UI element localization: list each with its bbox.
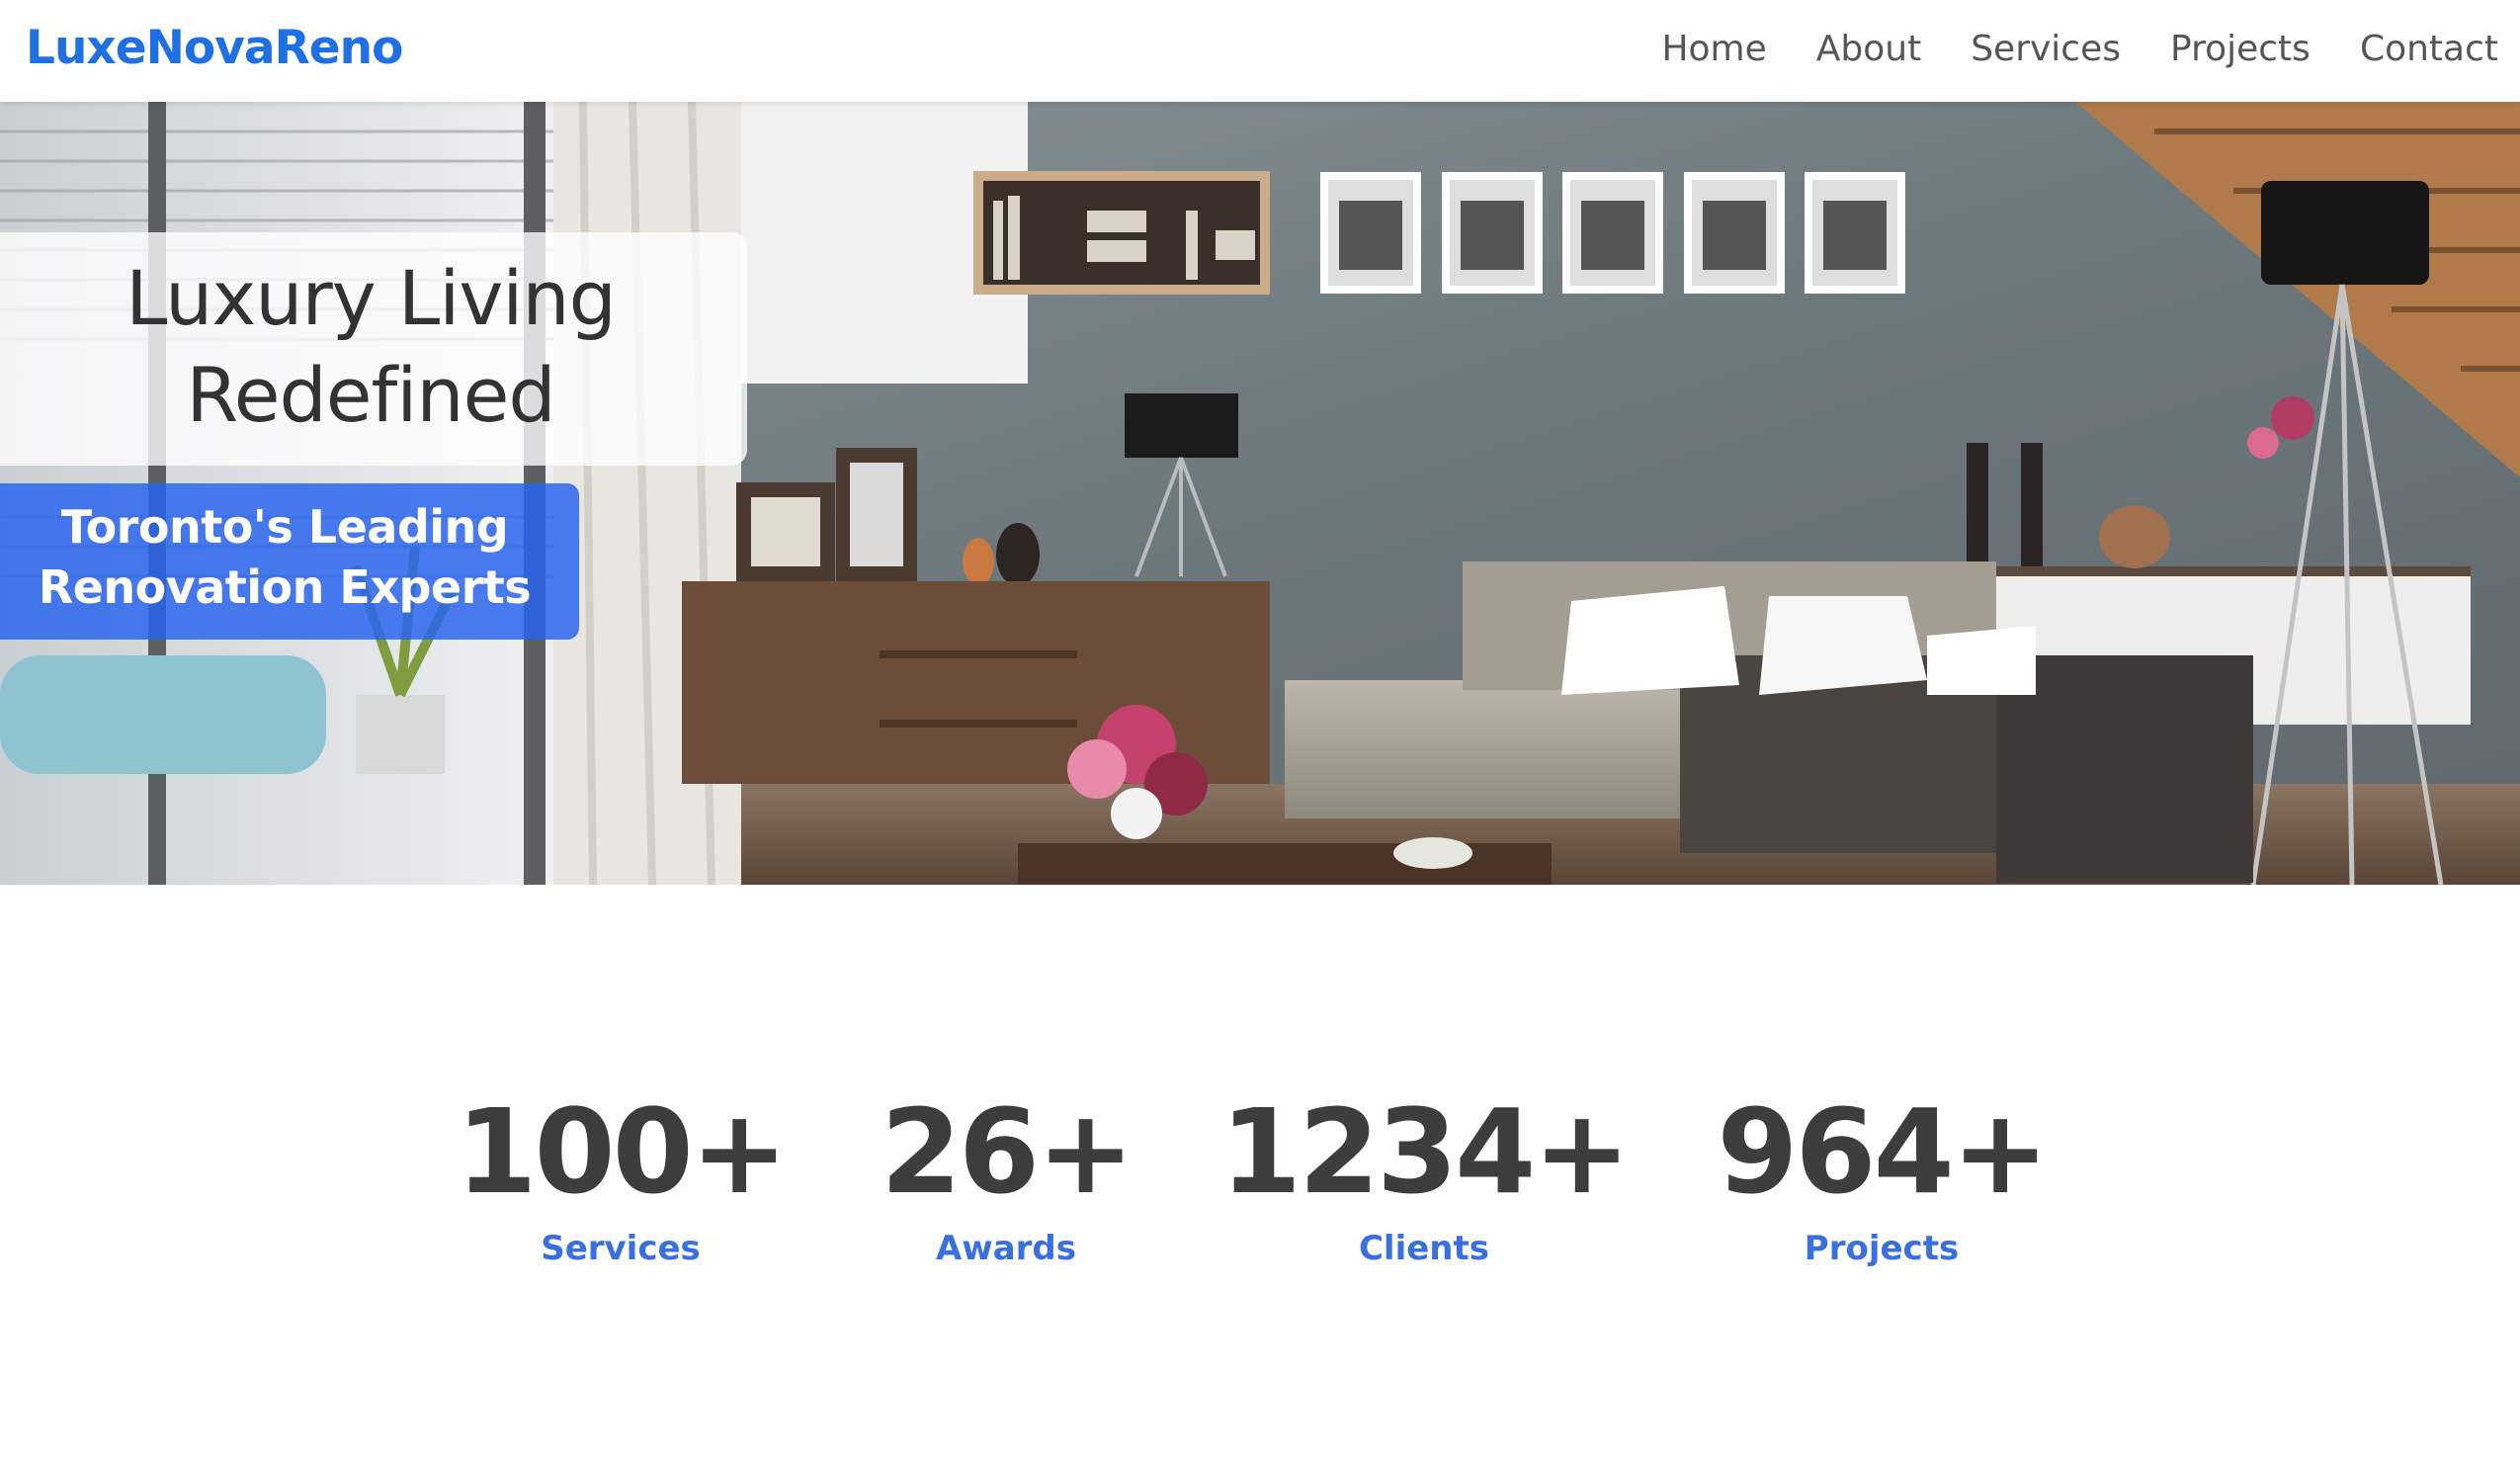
nav-about[interactable]: About [1816,20,1921,79]
stat-awards: 26+ Awards [798,1077,1214,1285]
stat-label: Awards [935,1229,1076,1268]
stat-label: Projects [1804,1229,1960,1268]
hero-banner: Luxury Living Redefined Toronto's Leadin… [0,102,2520,885]
stat-label: Clients [1358,1229,1489,1268]
stat-value: 26+ [880,1083,1134,1220]
stat-value: 1234+ [1219,1083,1631,1220]
hero-tagline: Toronto's Leading Renovation Experts [38,500,532,614]
stat-clients: 1234+ Clients [1217,1077,1632,1285]
nav-projects[interactable]: Projects [2170,20,2310,79]
stat-label: Services [541,1229,701,1268]
nav-contact[interactable]: Contact [2360,20,2498,79]
brand-logo[interactable]: LuxeNovaReno [26,14,403,83]
stat-projects: 964+ Projects [1674,1077,2089,1285]
hero-title: Luxury Living Redefined [126,254,617,439]
hero-tagline-card: Toronto's Leading Renovation Experts [0,483,579,640]
nav-home[interactable]: Home [1661,20,1766,79]
stat-services: 100+ Services [413,1077,828,1285]
site-header: LuxeNovaReno Home About Services Project… [0,0,2520,102]
stat-value: 964+ [1717,1083,2049,1220]
nav-services[interactable]: Services [1971,20,2121,79]
main-nav: Home About Services Projects Contact [1612,20,2498,79]
stat-value: 100+ [456,1083,788,1220]
hero-title-card: Luxury Living Redefined [0,232,747,466]
